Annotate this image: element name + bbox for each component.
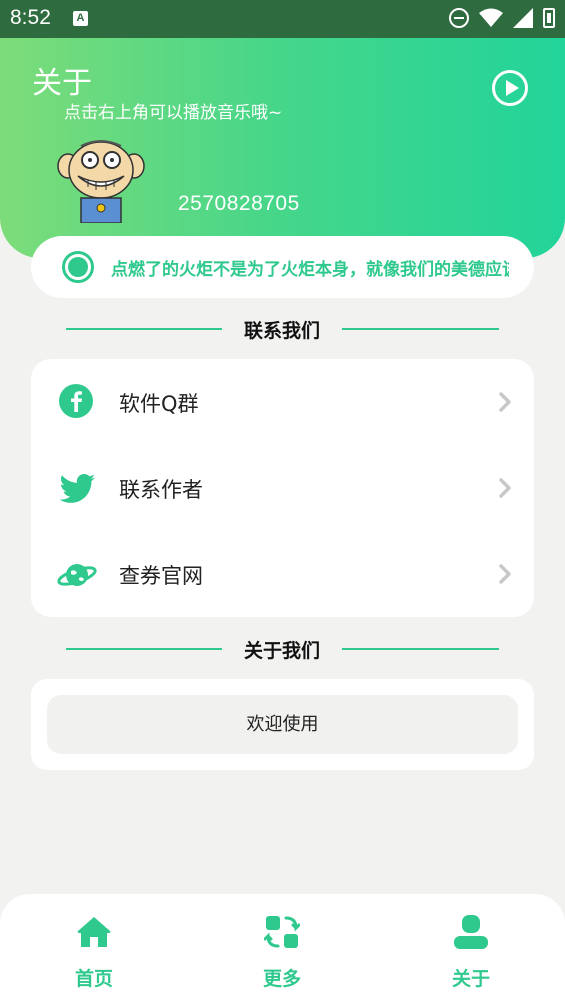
nav-label: 首页 bbox=[74, 968, 113, 990]
user-icon bbox=[454, 915, 488, 949]
contact-card: 软件Q群 联系作者 查券官网 bbox=[31, 359, 534, 617]
nav-label: 关于 bbox=[451, 968, 490, 990]
marquee-card: 点燃了的火炬不是为了火炬本身，就像我们的美德应该超过自己照亮别人 bbox=[31, 236, 534, 298]
status-icons bbox=[449, 8, 555, 28]
contact-item-label: 软件Q群 bbox=[119, 392, 199, 416]
chevron-right-icon bbox=[499, 392, 511, 412]
contact-item-website[interactable]: 查券官网 bbox=[31, 531, 534, 617]
status-time: 8:52 bbox=[10, 6, 51, 29]
radio-indicator-icon bbox=[62, 251, 94, 283]
about-section-title: 关于我们 bbox=[0, 634, 565, 664]
home-icon bbox=[77, 917, 111, 947]
do-not-disturb-icon bbox=[449, 8, 469, 28]
nav-about[interactable]: 关于 bbox=[411, 912, 531, 992]
divider-line bbox=[66, 328, 222, 330]
about-card: 欢迎使用 bbox=[31, 679, 534, 770]
contact-section-title: 联系我们 bbox=[0, 314, 565, 344]
notification-icon: A bbox=[73, 11, 88, 26]
contact-item-author[interactable]: 联系作者 bbox=[31, 445, 534, 531]
wifi-icon bbox=[479, 8, 503, 27]
page-subtitle: 点击右上角可以播放音乐哦~ bbox=[64, 103, 283, 123]
nav-more[interactable]: 更多 bbox=[222, 912, 342, 992]
planet-icon bbox=[57, 564, 97, 586]
battery-icon bbox=[543, 8, 555, 28]
nav-label: 更多 bbox=[262, 968, 301, 990]
chevron-right-icon bbox=[499, 478, 511, 498]
chevron-right-icon bbox=[499, 564, 511, 584]
contact-item-qq-group[interactable]: 软件Q群 bbox=[31, 359, 534, 445]
facebook-icon bbox=[59, 384, 93, 418]
welcome-text: 欢迎使用 bbox=[47, 695, 518, 754]
swap-icon bbox=[264, 916, 300, 948]
play-music-button[interactable] bbox=[492, 70, 528, 106]
divider-line bbox=[66, 648, 222, 650]
divider-line bbox=[342, 328, 499, 330]
signal-icon bbox=[513, 8, 533, 28]
contact-item-label: 查券官网 bbox=[119, 564, 203, 588]
status-bar: 8:52 A bbox=[0, 0, 565, 38]
profile-header: 关于 点击右上角可以播放音乐哦~ 2570828705 bbox=[0, 38, 565, 258]
divider-line bbox=[342, 648, 499, 650]
bottom-navigation: 首页 更多 关于 bbox=[0, 894, 565, 1004]
nav-home[interactable]: 首页 bbox=[34, 912, 154, 992]
user-id: 2570828705 bbox=[178, 192, 300, 215]
contact-item-label: 联系作者 bbox=[119, 478, 203, 502]
twitter-icon bbox=[59, 474, 95, 503]
section-label: 关于我们 bbox=[243, 640, 320, 662]
page-title: 关于 bbox=[32, 66, 92, 101]
avatar[interactable] bbox=[56, 138, 146, 223]
section-label: 联系我们 bbox=[243, 320, 320, 342]
marquee-text: 点燃了的火炬不是为了火炬本身，就像我们的美德应该超过自己照亮别人 bbox=[111, 260, 509, 280]
